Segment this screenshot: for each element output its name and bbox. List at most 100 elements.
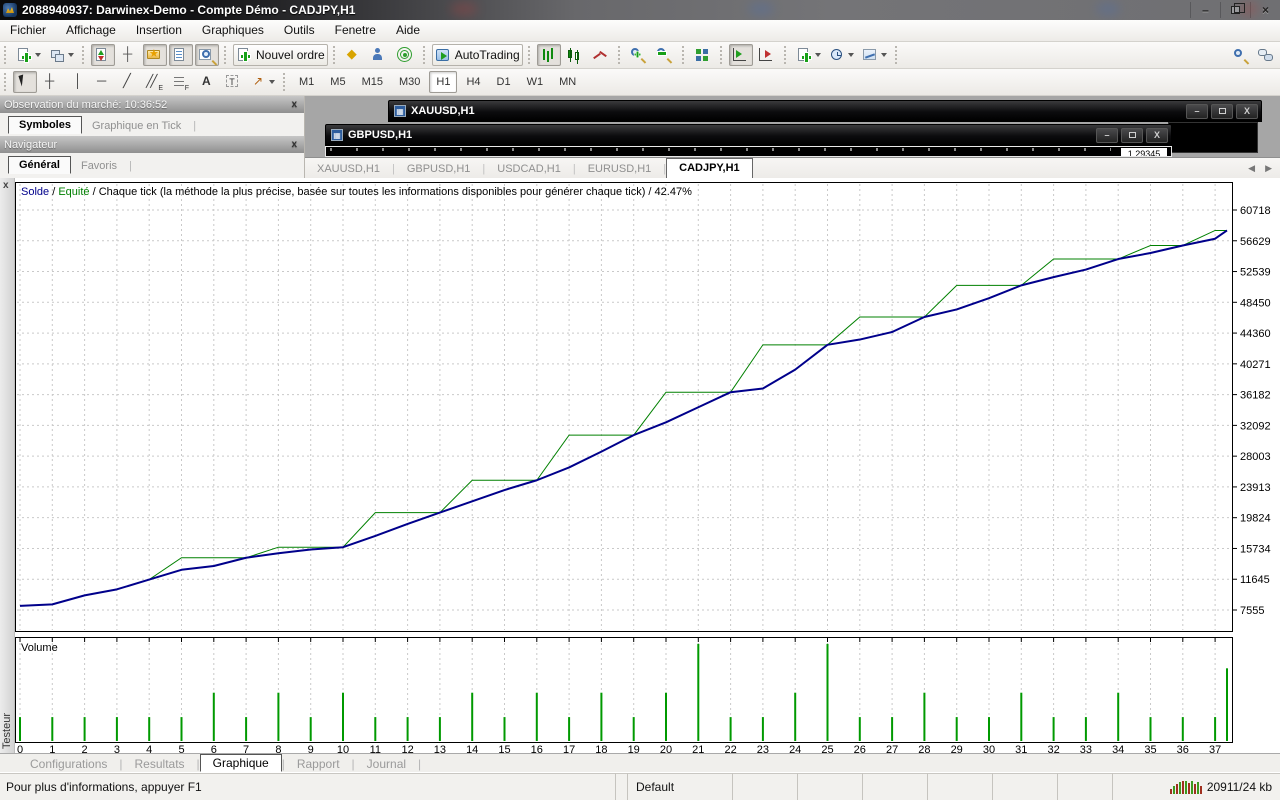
- zoom-in-button[interactable]: [627, 44, 651, 66]
- line-chart-icon: [592, 47, 608, 63]
- gbpusd-minimize-button[interactable]: –: [1096, 128, 1118, 143]
- autotrading-button[interactable]: AutoTrading: [432, 44, 523, 66]
- gbpusd-window-titlebar[interactable]: ▦ GBPUSD,H1 – X: [325, 124, 1172, 146]
- market-watch-button[interactable]: [91, 44, 115, 66]
- menu-graphiques[interactable]: Graphiques: [192, 20, 274, 41]
- navigator-button[interactable]: ★: [143, 44, 167, 66]
- x-axis-label: 0: [17, 744, 23, 753]
- menu-insertion[interactable]: Insertion: [126, 20, 192, 41]
- menu-fenetre[interactable]: Fenetre: [325, 20, 386, 41]
- data-window-button[interactable]: ┼: [117, 44, 141, 66]
- fibonacci-tool-button[interactable]: F: [169, 71, 193, 93]
- x-axis-label: 6: [211, 744, 217, 753]
- candles-button[interactable]: [563, 44, 587, 66]
- terminal-button[interactable]: [169, 44, 193, 66]
- titlebar-reflection: [1096, 2, 1120, 16]
- timeframe-mn-button[interactable]: MN: [552, 71, 583, 93]
- tester-close-icon[interactable]: x: [3, 180, 9, 191]
- community-button[interactable]: [1255, 44, 1279, 66]
- legend-equity-label: Equité: [58, 186, 89, 198]
- navigator-tab-g-n-ral[interactable]: Général: [8, 156, 71, 174]
- timeframe-m1-button[interactable]: M1: [292, 71, 321, 93]
- xauusd-window-title: XAUUSD,H1: [411, 105, 475, 117]
- menu-aide[interactable]: Aide: [386, 20, 430, 41]
- gbpusd-close-button[interactable]: X: [1146, 128, 1168, 143]
- xauusd-close-button[interactable]: X: [1236, 104, 1258, 119]
- indicators-dropdown-icon[interactable]: [815, 53, 821, 57]
- cursor-tool-button[interactable]: [13, 71, 37, 93]
- indicators-button[interactable]: [793, 44, 824, 66]
- chart-tab-xauusd-h1[interactable]: XAUUSD,H1: [305, 160, 392, 178]
- line-chart-button[interactable]: [589, 44, 613, 66]
- community-icon: [1258, 47, 1274, 63]
- tester-tab-rapport[interactable]: Rapport: [285, 756, 352, 772]
- templates-dropdown-icon[interactable]: [881, 53, 887, 57]
- market-watch-close-icon[interactable]: x: [288, 99, 300, 110]
- tester-chart[interactable]: 7555116451573419824239132800332092361824…: [15, 181, 1280, 753]
- profiles-dropdown-icon[interactable]: [68, 53, 74, 57]
- scroll-left-icon[interactable]: ◀: [1248, 163, 1255, 174]
- new-order-label: Nouvel ordre: [256, 48, 325, 62]
- crosshair-tool-button[interactable]: ┼: [39, 71, 63, 93]
- navigator-tab-favoris[interactable]: Favoris: [71, 158, 127, 174]
- market-watch-tab-graphique-en-tick[interactable]: Graphique en Tick: [82, 118, 191, 134]
- xauusd-restore-button[interactable]: [1211, 104, 1233, 119]
- tester-tab-configurations[interactable]: Configurations: [18, 756, 119, 772]
- x-axis-label: 27: [886, 744, 898, 753]
- templates-button[interactable]: [859, 44, 890, 66]
- chart-tab-cadjpy-h1[interactable]: CADJPY,H1: [666, 158, 753, 178]
- market-watch-tab-symboles[interactable]: Symboles: [8, 116, 82, 134]
- navigator-close-icon[interactable]: x: [288, 139, 300, 150]
- new-order-button[interactable]: Nouvel ordre: [233, 44, 328, 66]
- timeframe-h1-button[interactable]: H1: [429, 71, 457, 93]
- metaeditor-button[interactable]: ◆: [342, 44, 366, 66]
- bars-button[interactable]: [537, 44, 561, 66]
- chart-tab-gbpusd-h1[interactable]: GBPUSD,H1: [395, 160, 483, 178]
- vertical-line-tool-button[interactable]: │: [65, 71, 89, 93]
- tile-windows-button[interactable]: [691, 44, 715, 66]
- timeframe-m15-button[interactable]: M15: [355, 71, 390, 93]
- text-label-tool-button[interactable]: T: [221, 71, 245, 93]
- timeframe-d1-button[interactable]: D1: [490, 71, 518, 93]
- arrows-tool-button[interactable]: ↗: [247, 71, 278, 93]
- timeframe-h4-button[interactable]: H4: [459, 71, 487, 93]
- auto-scroll-button[interactable]: [729, 44, 753, 66]
- periods-dropdown-icon[interactable]: [848, 53, 854, 57]
- gbpusd-restore-button[interactable]: [1121, 128, 1143, 143]
- menu-affichage[interactable]: Affichage: [56, 20, 126, 41]
- equidistant-channel-tool-button[interactable]: ╱╱E: [143, 71, 167, 93]
- tester-tab-journal[interactable]: Journal: [355, 756, 418, 772]
- horizontal-line-tool-button[interactable]: ─: [91, 71, 115, 93]
- search-button[interactable]: [1229, 44, 1253, 66]
- chart-tab-eurusd-h1[interactable]: EURUSD,H1: [576, 160, 664, 178]
- chart-tab-usdcad-h1[interactable]: USDCAD,H1: [485, 160, 573, 178]
- profiles-button[interactable]: [46, 44, 77, 66]
- strategy-tester-button[interactable]: [195, 44, 219, 66]
- scroll-right-icon[interactable]: ▶: [1265, 163, 1272, 174]
- experts-button[interactable]: [368, 44, 392, 66]
- zoom-out-button[interactable]: [653, 44, 677, 66]
- arrows-dropdown-icon[interactable]: [269, 80, 275, 84]
- minimize-button[interactable]: –: [1190, 2, 1220, 18]
- xauusd-window-titlebar[interactable]: ▦ XAUUSD,H1 – X: [388, 100, 1262, 122]
- timeframe-w1-button[interactable]: W1: [520, 71, 551, 93]
- menu-outils[interactable]: Outils: [274, 20, 325, 41]
- status-profile[interactable]: Default: [627, 773, 732, 800]
- timeframe-m30-button[interactable]: M30: [392, 71, 427, 93]
- xauusd-minimize-button[interactable]: –: [1186, 104, 1208, 119]
- new-chart-button[interactable]: [13, 44, 44, 66]
- toolbar-grip: [224, 46, 229, 64]
- chart-shift-button[interactable]: [755, 44, 779, 66]
- toolbar-grip: [784, 46, 789, 64]
- strategy-tester-icon: [198, 47, 214, 63]
- text-tool-button[interactable]: A: [195, 71, 219, 93]
- periods-button[interactable]: [826, 44, 857, 66]
- signals-button[interactable]: [394, 44, 418, 66]
- new-chart-dropdown-icon[interactable]: [35, 53, 41, 57]
- menu-fichier[interactable]: Fichier: [0, 20, 56, 41]
- trend-line-tool-button[interactable]: ╱: [117, 71, 141, 93]
- tester-tab-graphique[interactable]: Graphique: [200, 754, 282, 772]
- timeframe-m5-button[interactable]: M5: [323, 71, 352, 93]
- tester-tab-resultats[interactable]: Resultats: [123, 756, 197, 772]
- toolbar-grip: [618, 46, 623, 64]
